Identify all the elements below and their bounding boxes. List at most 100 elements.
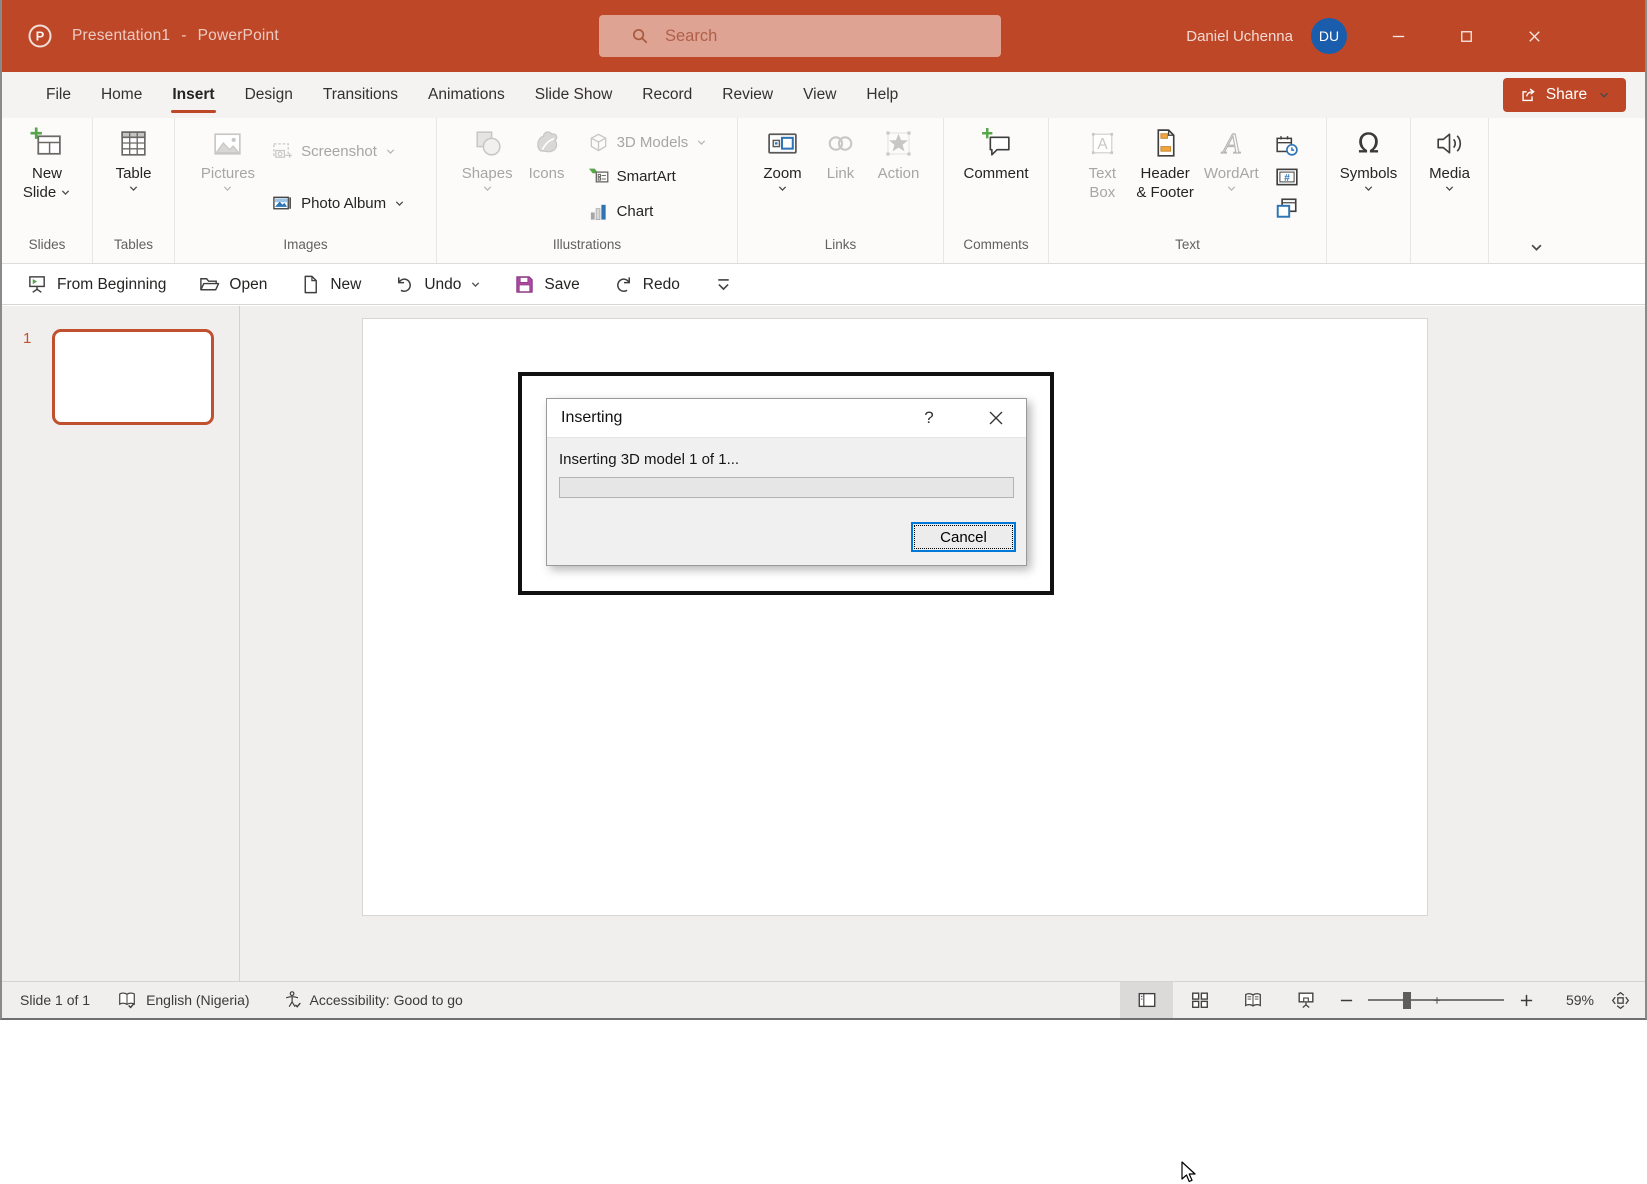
qat-button-open[interactable]: Open <box>199 274 267 295</box>
zoom-slider[interactable] <box>1368 982 1504 1019</box>
mouse-cursor-icon <box>1177 1160 1201 1184</box>
zoom-out-button[interactable] <box>1334 988 1358 1012</box>
maximize-button[interactable] <box>1443 0 1489 72</box>
ribbon-button-3d-models: 3D Models <box>583 130 713 155</box>
ribbon-button-label: Action <box>878 164 920 183</box>
tab-help[interactable]: Help <box>851 72 913 118</box>
avatar[interactable]: DU <box>1311 18 1347 54</box>
zoom-slider-handle[interactable] <box>1403 992 1411 1009</box>
view-reading-view-button[interactable] <box>1226 982 1279 1018</box>
ribbon-button-icons: Icons <box>519 123 575 237</box>
ribbon-button-table[interactable]: Table <box>106 123 162 237</box>
fit-to-window-icon[interactable] <box>1610 990 1631 1011</box>
qat-button-label: Redo <box>643 276 680 294</box>
view-normal-button[interactable] <box>1120 982 1173 1018</box>
ribbon-group-symbols: ΩSymbols <box>1327 118 1411 263</box>
tab-slide-show[interactable]: Slide Show <box>520 72 628 118</box>
zoom-in-button[interactable] <box>1514 988 1538 1012</box>
proofing-book-icon[interactable] <box>117 990 137 1010</box>
dialog-help-button[interactable]: ? <box>918 408 940 428</box>
qat-button-save[interactable]: Save <box>514 274 579 295</box>
qat-button-label: Open <box>229 276 267 294</box>
ribbon-button-label: Chart <box>617 203 654 220</box>
collapse-ribbon-chevron-icon[interactable] <box>1529 240 1544 255</box>
qat-button-undo[interactable]: Undo <box>394 274 481 295</box>
ribbon-button-header-footer[interactable]: Header& Footer <box>1132 123 1198 237</box>
tab-insert[interactable]: Insert <box>157 72 229 118</box>
view-slide-show-icon <box>1296 990 1316 1010</box>
cancel-button[interactable]: Cancel <box>911 522 1016 552</box>
qat-button-redo[interactable]: Redo <box>613 274 680 295</box>
chevron-down-icon <box>470 279 481 290</box>
tab-design[interactable]: Design <box>230 72 308 118</box>
ribbon-button-screenshot: Screenshot <box>267 139 401 164</box>
tab-review[interactable]: Review <box>707 72 788 118</box>
slide-canvas[interactable]: Inserting ? Inserting 3D model 1 of 1...… <box>362 318 1428 916</box>
qat-button-from-beginning[interactable]: From Beginning <box>27 274 166 295</box>
slide-indicator[interactable]: Slide 1 of 1 <box>20 992 90 1008</box>
accessibility-status[interactable]: Accessibility: Good to go <box>310 992 463 1008</box>
ribbon-group-label: Tables <box>93 237 174 263</box>
close-button[interactable] <box>1511 0 1557 72</box>
language-indicator[interactable]: English (Nigeria) <box>146 992 249 1008</box>
view-normal-icon <box>1137 990 1157 1010</box>
ribbon-group-comments: CommentComments <box>944 118 1049 263</box>
smartart-icon <box>588 166 609 187</box>
minimize-icon <box>1389 27 1408 46</box>
chevron-down-icon <box>696 137 707 148</box>
media-icon <box>1432 126 1467 161</box>
ribbon-group-illustrations: ShapesIcons3D ModelsSmartArtChartIllustr… <box>437 118 738 263</box>
tab-animations[interactable]: Animations <box>413 72 520 118</box>
ribbon-button-label: NewSlide <box>23 164 71 202</box>
tab-record[interactable]: Record <box>627 72 707 118</box>
from-beginning-icon <box>27 274 48 295</box>
date-and-time-button[interactable] <box>1275 134 1299 158</box>
slide-thumbnail[interactable] <box>52 329 214 425</box>
minimize-button[interactable] <box>1375 0 1421 72</box>
ribbon-button-label: Screenshot <box>301 143 377 160</box>
chevron-down-icon <box>777 183 788 194</box>
ribbon-button-label: Symbols <box>1340 164 1398 194</box>
ribbon-button-smartart[interactable]: SmartArt <box>583 164 681 189</box>
slide-thumbnail-number: 1 <box>23 330 31 347</box>
threed-models-icon <box>588 132 609 153</box>
chevron-down-icon <box>1598 89 1610 101</box>
zoom-percentage[interactable]: 59% <box>1550 992 1594 1008</box>
insert-slide-number-button[interactable]: # <box>1275 165 1299 189</box>
ribbon-group-label: Comments <box>944 237 1048 263</box>
chevron-down-icon <box>394 198 405 209</box>
ribbon-button-media[interactable]: Media <box>1422 123 1478 237</box>
ribbon-button-pictures: Pictures <box>197 123 259 237</box>
customize-quick-access-toolbar-button[interactable] <box>713 274 734 295</box>
view-slide-sorter-button[interactable] <box>1173 982 1226 1018</box>
progress-bar <box>559 477 1014 498</box>
ribbon-button-new-slide[interactable]: NewSlide <box>19 123 75 237</box>
chevron-down-icon <box>222 183 233 194</box>
ribbon-button-symbols[interactable]: ΩSymbols <box>1336 123 1402 237</box>
tab-file[interactable]: File <box>31 72 86 118</box>
powerpoint-logo-icon: P <box>26 22 54 50</box>
ribbon-button-photo-album[interactable]: Photo Album <box>267 191 410 216</box>
share-button[interactable]: Share <box>1503 78 1626 112</box>
tab-home[interactable]: Home <box>86 72 157 118</box>
ribbon-button-label: WordArt <box>1204 164 1259 194</box>
object-button[interactable] <box>1275 196 1299 220</box>
qat-button-new[interactable]: New <box>300 274 361 295</box>
qat-button-label: Undo <box>424 276 461 294</box>
ribbon-button-label: Media <box>1429 164 1470 194</box>
ribbon-group-label: Links <box>738 237 943 263</box>
user-name[interactable]: Daniel Uchenna <box>1186 0 1293 72</box>
redo-icon <box>613 274 634 295</box>
ribbon-button-shapes: Shapes <box>458 123 517 237</box>
ribbon-button-zoom[interactable]: Zoom <box>755 123 811 237</box>
ribbon-button-chart[interactable]: Chart <box>583 199 659 224</box>
view-slide-show-button[interactable] <box>1279 982 1332 1018</box>
ribbon-button-comment[interactable]: Comment <box>959 123 1032 237</box>
action-icon <box>881 126 916 161</box>
dialog-close-icon[interactable] <box>985 407 1007 429</box>
tab-transitions[interactable]: Transitions <box>308 72 413 118</box>
search-input[interactable]: Search <box>599 15 1001 57</box>
qat-button-label: From Beginning <box>57 276 166 294</box>
tab-view[interactable]: View <box>788 72 851 118</box>
ribbon-button-action: Action <box>871 123 927 237</box>
